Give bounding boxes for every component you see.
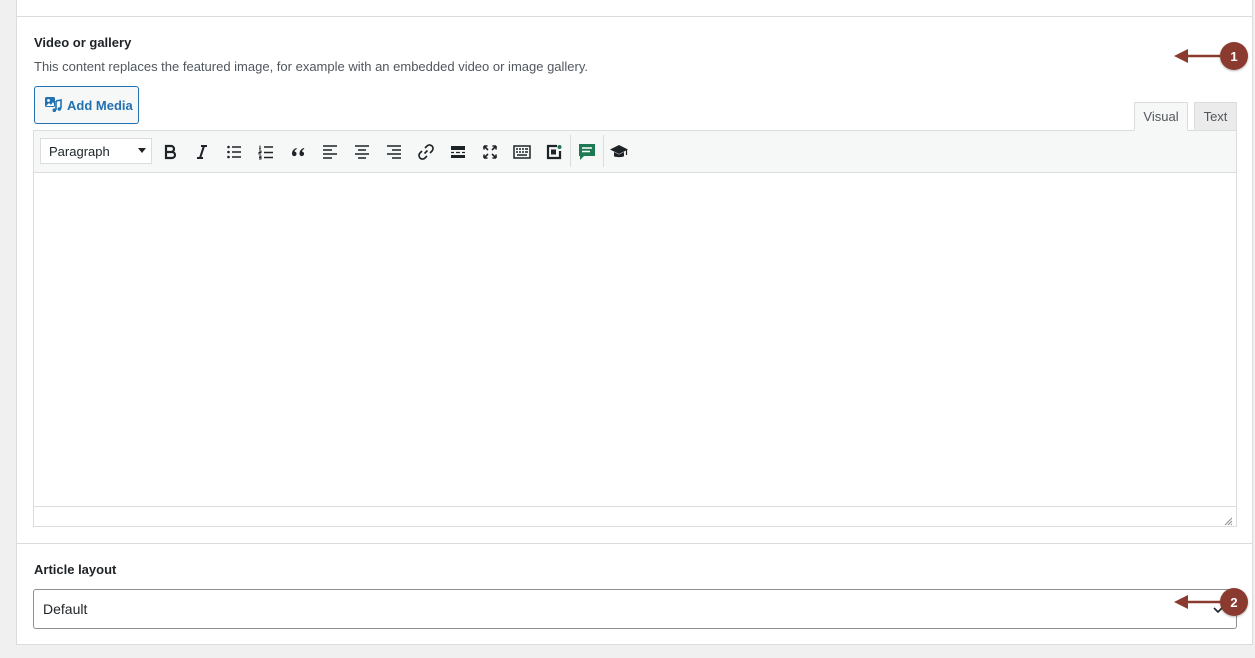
arrow-left-icon: [1174, 595, 1220, 609]
divider: [17, 543, 1252, 544]
add-media-label: Add Media: [67, 97, 133, 113]
annotation-badge: 1: [1220, 42, 1248, 70]
graduation-cap-icon[interactable]: [607, 140, 631, 164]
italic-icon[interactable]: [190, 140, 214, 164]
arrow-left-icon: [1174, 49, 1220, 63]
chat-icon[interactable]: [575, 140, 599, 164]
align-left-icon[interactable]: [318, 140, 342, 164]
toolbar-separator: [603, 135, 604, 167]
add-media-button[interactable]: Add Media: [34, 86, 139, 124]
embed-icon[interactable]: [542, 140, 566, 164]
resize-handle-icon[interactable]: [1223, 513, 1233, 526]
video-gallery-label: Video or gallery: [34, 35, 132, 50]
rich-text-editor: Paragraph: [33, 130, 1237, 527]
divider: [17, 16, 1252, 17]
numbered-list-icon[interactable]: [254, 140, 278, 164]
editor-statusbar: [34, 506, 1236, 526]
link-icon[interactable]: [414, 140, 438, 164]
bullet-list-icon[interactable]: [222, 140, 246, 164]
editor-content-area[interactable]: [34, 173, 1236, 507]
post-metabox-panel: Video or gallery This content replaces t…: [16, 0, 1253, 645]
fullscreen-icon[interactable]: [478, 140, 502, 164]
article-layout-label: Article layout: [34, 562, 117, 577]
editor-toolbar: Paragraph: [34, 131, 1236, 173]
annotation-callout-2: 2: [1174, 588, 1248, 616]
article-layout-value: Default: [43, 601, 88, 617]
align-center-icon[interactable]: [350, 140, 374, 164]
read-more-icon[interactable]: [446, 140, 470, 164]
format-select[interactable]: Paragraph: [40, 138, 152, 164]
annotation-callout-1: 1: [1174, 42, 1248, 70]
toolbar-separator: [570, 135, 571, 167]
bold-icon[interactable]: [158, 140, 182, 164]
chevron-down-icon: [138, 148, 146, 153]
article-layout-select[interactable]: Default: [33, 589, 1237, 629]
media-icon: [44, 95, 62, 116]
format-select-value: Paragraph: [49, 143, 110, 159]
toolbar-toggle-icon[interactable]: [510, 140, 534, 164]
annotation-badge: 2: [1220, 588, 1248, 616]
video-gallery-description: This content replaces the featured image…: [34, 59, 589, 74]
tab-visual[interactable]: Visual: [1134, 102, 1188, 131]
align-right-icon[interactable]: [382, 140, 406, 164]
blockquote-icon[interactable]: [286, 140, 310, 164]
tab-text[interactable]: Text: [1194, 102, 1237, 131]
